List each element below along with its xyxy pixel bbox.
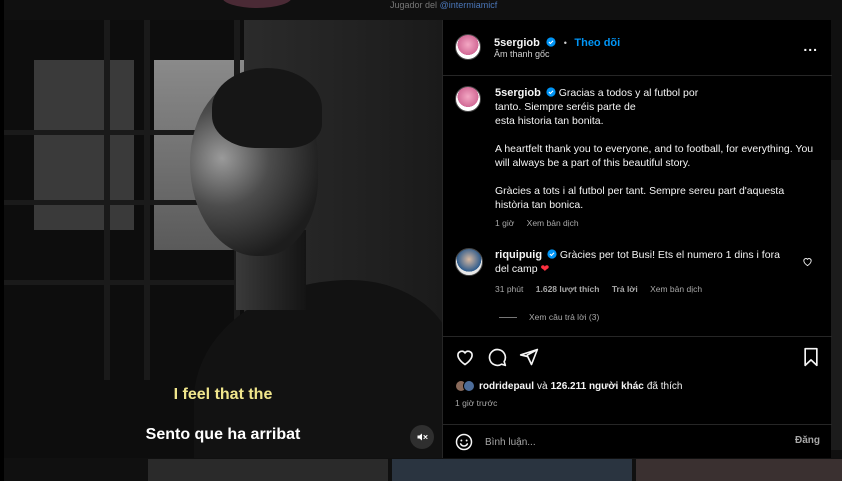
person-hair [212,68,322,148]
share-icon[interactable] [519,347,539,367]
caption-text-es-1: Gracias a todos y al futbol por [558,87,699,99]
post-comment-button[interactable]: Đăng [795,435,820,446]
follow-button[interactable]: Theo dõi [574,37,620,49]
background-thumbnail [636,459,842,481]
action-bar: rodridepaul và 126.211 người khác đã thí… [443,336,832,424]
comment-input[interactable] [485,432,775,452]
liker-username[interactable]: rodridepaul [479,381,534,392]
commenter-avatar[interactable] [455,248,483,276]
separator-dot: • [563,38,567,48]
other-likers-count[interactable]: 126.211 người khác [551,381,644,392]
caption-text-es-3: esta historia tan bonita. [495,115,604,127]
post-time[interactable]: 1 giờ trước [455,398,497,408]
bookmark-icon[interactable] [802,347,820,367]
reel-video[interactable]: I feel that the Sento que ha arribat [4,20,442,458]
comment-likes[interactable]: 1.628 lượt thích [536,284,600,294]
commenter-username[interactable]: riquipuig [495,249,542,261]
verified-badge-icon [546,87,556,97]
likes-summary[interactable]: rodridepaul và 126.211 người khác đã thí… [455,380,682,392]
more-options-icon[interactable]: ... [803,38,818,54]
red-heart-emoji: ❤ [540,263,550,275]
speaker-muted-icon [417,433,428,441]
author-username[interactable]: 5sergiob [494,37,540,49]
replies-divider [499,316,517,318]
caption-time[interactable]: 1 giờ [495,218,514,228]
caption-text-en: A heartfelt thank you to everyone, and t… [495,143,814,169]
view-replies-button[interactable]: Xem câu trả lời (3) [499,312,599,322]
caption-text-es-2: tanto. Siempre seréis parte de [495,101,636,113]
verified-badge-icon [546,37,556,47]
post-panel: 5sergiob • Theo dõi Âm thanh gốc ... 5se… [442,20,832,458]
caption-translate-link[interactable]: Xem bản dịch [527,218,579,228]
post-header: 5sergiob • Theo dõi Âm thanh gốc ... [443,20,832,76]
verified-badge-icon [547,249,557,259]
reply-button[interactable]: Trả lời [612,284,638,294]
background-thumbnail [392,459,632,481]
comment-time[interactable]: 31 phút [495,284,523,294]
caption-avatar[interactable] [455,86,481,112]
subtitle-catalan: Sento que ha arribat [145,426,301,443]
background-thumbnail [148,459,388,481]
caption-text-ca: Gràcies a tots i al futbol per tant. Sem… [495,185,785,211]
caption-username[interactable]: 5sergiob [495,87,541,99]
background-bio: Jugador del @intermiamicf [390,0,498,10]
mute-button[interactable] [410,425,434,449]
heart-icon[interactable] [455,347,475,367]
emoji-icon[interactable] [455,433,473,451]
audio-label[interactable]: Âm thanh gốc [494,49,550,59]
comment-like-heart-icon[interactable] [802,256,813,267]
comment-translate-link[interactable]: Xem bản dịch [650,284,702,294]
liker-avatar [463,380,475,392]
comment-icon[interactable] [487,347,507,367]
subtitle-english: I feel that the [173,386,273,403]
author-avatar[interactable] [455,34,481,60]
add-comment-bar: Đăng [443,424,832,458]
